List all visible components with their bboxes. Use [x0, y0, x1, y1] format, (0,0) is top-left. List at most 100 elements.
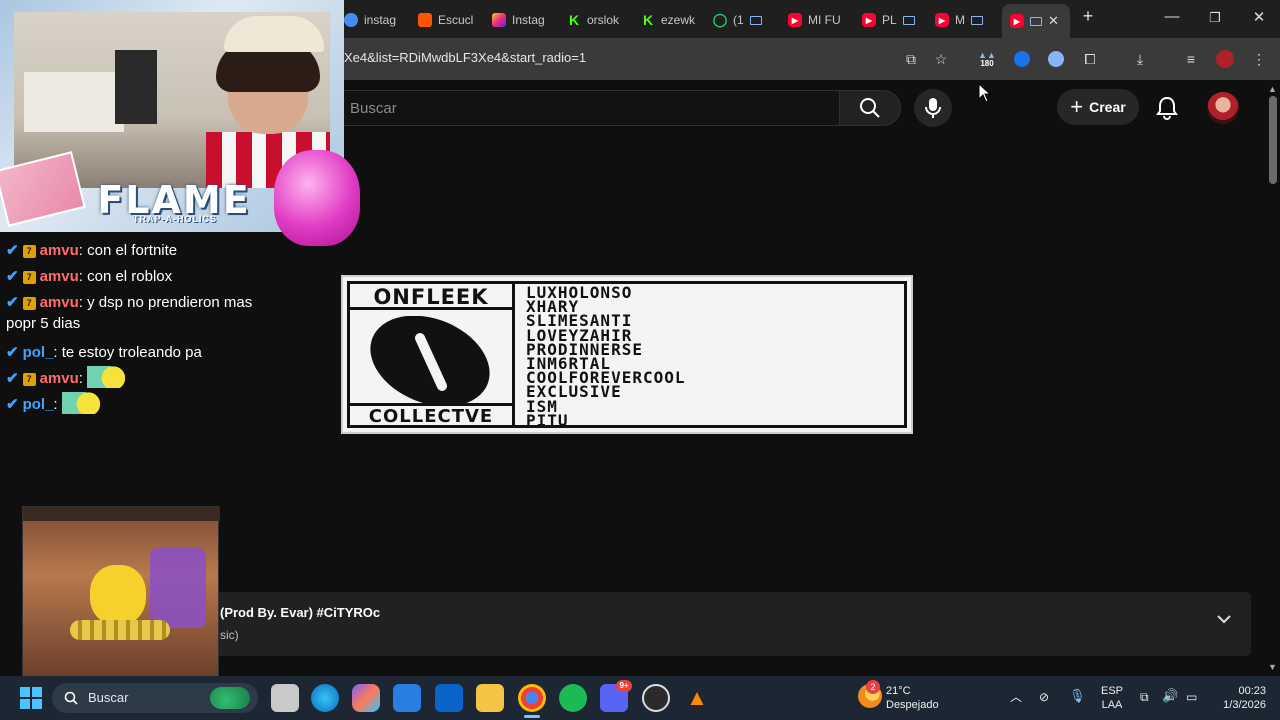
- obs-studio-icon[interactable]: [642, 684, 670, 712]
- checkmark-icon: ✔: [6, 370, 19, 387]
- tab-label: ezewk: [661, 13, 696, 27]
- downloads-icon[interactable]: ⤓: [1131, 50, 1149, 68]
- browser-menu-icon[interactable]: ⋮: [1250, 50, 1268, 68]
- clock[interactable]: 00:23 1/3/2026: [1212, 684, 1266, 712]
- chat-text: : te estoy troleando pa: [53, 344, 202, 361]
- search-placeholder: Buscar: [350, 100, 397, 117]
- tab-label: instag: [364, 13, 397, 27]
- outlook-icon[interactable]: [435, 684, 463, 712]
- chat-message-continuation: popr 5 dias: [6, 314, 336, 334]
- vlc-icon[interactable]: ▲: [683, 684, 711, 712]
- extension-counter-icon[interactable]: ▲▲ 180: [978, 50, 996, 68]
- tab-label: PL: [882, 13, 897, 27]
- instagram-icon: [492, 13, 506, 27]
- volume-icon[interactable]: 🔊: [1162, 689, 1178, 703]
- chat-emote-icon: [61, 392, 106, 414]
- edge-browser-icon[interactable]: [311, 684, 339, 712]
- create-button[interactable]: + Crear: [1057, 89, 1139, 125]
- account-avatar[interactable]: [1207, 92, 1239, 124]
- tab-label: orslok: [587, 13, 620, 27]
- onfleek-o-logo-icon: [370, 316, 490, 406]
- tab-7[interactable]: ▶ MI FU: [788, 6, 844, 34]
- checkmark-icon: ✔: [6, 294, 19, 311]
- chevron-up-icon[interactable]: ︿: [1010, 690, 1022, 704]
- tab-active[interactable]: ▶ ✕: [1002, 4, 1070, 38]
- bed: [24, 72, 124, 132]
- bookmark-star-icon[interactable]: ☆: [932, 50, 950, 68]
- mouse-cursor-icon: [978, 83, 992, 103]
- track-subtitle: sic): [220, 628, 239, 642]
- extensions-puzzle-icon[interactable]: ⧠: [1081, 50, 1099, 68]
- voice-search-button[interactable]: [914, 89, 952, 127]
- new-tab-icon[interactable]: +: [1078, 6, 1098, 27]
- tab-9[interactable]: ▶ M: [935, 6, 991, 34]
- tab-label: M: [955, 13, 965, 27]
- spotify-icon[interactable]: [559, 684, 587, 712]
- close-window-icon[interactable]: ✕: [1249, 8, 1269, 26]
- search-input[interactable]: Buscar: [340, 90, 839, 126]
- create-label: Crear: [1089, 99, 1126, 115]
- install-app-icon[interactable]: ⧉: [902, 50, 920, 68]
- scroll-up-arrow-icon[interactable]: ▲: [1268, 84, 1277, 94]
- tab-3[interactable]: Instag: [492, 6, 552, 34]
- track-title[interactable]: (Prod By. Evar) #CiTYROc: [220, 605, 380, 620]
- collective-logo: ONFLEEK COLLECTVE: [350, 284, 515, 427]
- discord-icon[interactable]: 9+: [600, 680, 632, 712]
- chat-username: amvu: [39, 268, 79, 285]
- chat-message: ✔ 7 amvu:: [6, 366, 336, 392]
- discord-notification-badge: 9+: [616, 680, 632, 692]
- language-indicator[interactable]: ESP LAA: [1100, 684, 1124, 712]
- display-icon[interactable]: ⧉: [1140, 690, 1149, 704]
- copilot-icon[interactable]: [352, 684, 380, 712]
- file-viewer-app-icon[interactable]: [271, 684, 299, 712]
- weather-description[interactable]: Despejado: [886, 698, 939, 712]
- chat-message: ✔ 7 amvu: con el fortnite: [6, 238, 336, 264]
- media-queue-icon[interactable]: ≡: [1182, 50, 1200, 68]
- tab-6[interactable]: ◯ (1: [713, 6, 769, 34]
- purple-drink-jar: [150, 548, 206, 628]
- close-tab-icon[interactable]: ✕: [1048, 13, 1059, 29]
- soundcloud-icon: [418, 13, 432, 27]
- chat-username: amvu: [39, 370, 79, 387]
- tab-2[interactable]: Escucl: [418, 6, 478, 34]
- chrome-icon: [344, 13, 358, 27]
- scroll-down-arrow-icon[interactable]: ▼: [1268, 662, 1277, 672]
- taskbar-search[interactable]: Buscar: [52, 683, 258, 713]
- chat-message: ✔ 7 amvu: y dsp no prendieron mas: [6, 290, 336, 316]
- tab-4[interactable]: K orslok: [567, 6, 627, 34]
- weather-moon-icon[interactable]: 2: [858, 680, 882, 708]
- search-button[interactable]: [839, 90, 901, 126]
- active-app-indicator: [524, 715, 540, 718]
- chat-text: popr 5 dias: [6, 315, 81, 332]
- url-field[interactable]: Xe4&list=RDiMwdbLF3Xe4&start_radio=1: [344, 50, 586, 65]
- tab-media-icon: [1030, 16, 1042, 26]
- chevron-down-icon[interactable]: [1216, 614, 1232, 624]
- microphone-in-use-icon[interactable]: 🎙: [1069, 689, 1086, 703]
- microsoft-store-icon[interactable]: [393, 684, 421, 712]
- gold-chain: [70, 620, 170, 640]
- checkmark-icon: ✔: [6, 268, 19, 285]
- tab-8[interactable]: ▶ PL: [862, 6, 918, 34]
- restore-icon[interactable]: ❐: [1205, 10, 1225, 26]
- chat-overlay: ✔ 7 amvu: con el fortnite ✔ 7 amvu: con el r…: [6, 238, 336, 418]
- shazam-extension-icon[interactable]: [1013, 50, 1031, 68]
- windows-start-icon[interactable]: [20, 687, 42, 709]
- flame-subtitle: TRAP-A-HOLICS: [133, 214, 217, 224]
- weather-temp[interactable]: 21°C: [886, 684, 911, 698]
- minimize-icon[interactable]: —: [1162, 8, 1182, 25]
- lens-extension-icon[interactable]: [1047, 50, 1065, 68]
- chat-username: pol_: [22, 344, 54, 361]
- tab-1[interactable]: instag: [344, 6, 404, 34]
- tab-5[interactable]: K ezewk: [641, 6, 697, 34]
- chrome-taskbar-icon[interactable]: [518, 684, 546, 712]
- video-artwork[interactable]: ONFLEEK COLLECTVE LUXHOLONSO XHARY SLIME…: [341, 275, 913, 434]
- plus-icon: +: [1070, 94, 1084, 119]
- language-code: ESP: [1100, 685, 1123, 697]
- scrollbar-thumb[interactable]: [1269, 96, 1277, 184]
- network-off-icon[interactable]: ⊘: [1039, 690, 1049, 704]
- profile-avatar-icon[interactable]: [1216, 50, 1234, 68]
- notifications-bell-icon[interactable]: [1156, 96, 1178, 120]
- file-explorer-icon[interactable]: [476, 684, 504, 712]
- battery-icon[interactable]: ▭: [1186, 690, 1197, 704]
- kick-icon: K: [641, 12, 655, 28]
